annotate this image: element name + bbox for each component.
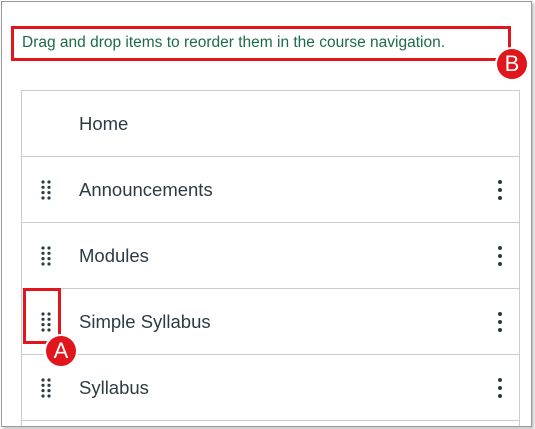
nav-item-announcements[interactable]: Announcements <box>22 157 519 223</box>
nav-item-syllabus[interactable]: Syllabus <box>22 355 519 421</box>
callout-badge-a: A <box>44 334 78 368</box>
screenshot-frame: Drag and drop items to reorder them in t… <box>1 1 532 427</box>
drag-handle-icon[interactable] <box>40 245 52 267</box>
nav-item-label: Simple Syllabus <box>79 311 211 332</box>
nav-item-label: Home <box>79 113 129 134</box>
drag-handle-icon[interactable] <box>40 179 52 201</box>
nav-item-label: Modules <box>79 245 149 266</box>
more-options-icon[interactable] <box>497 179 503 201</box>
callout-box-b <box>11 26 511 61</box>
more-options-icon[interactable] <box>497 377 503 399</box>
nav-item-label: Announcements <box>79 179 213 200</box>
nav-item-simple-syllabus[interactable]: Simple Syllabus <box>22 289 519 355</box>
more-options-icon[interactable] <box>497 245 503 267</box>
course-navigation-list: Home Announcements Modules Simple Syllab… <box>21 90 520 426</box>
nav-item-modules[interactable]: Modules <box>22 223 519 289</box>
more-options-icon[interactable] <box>497 311 503 333</box>
nav-item-home[interactable]: Home <box>22 91 519 157</box>
drag-handle-icon[interactable] <box>40 377 52 399</box>
nav-item-label: Syllabus <box>79 377 149 398</box>
callout-badge-b: B <box>495 47 529 81</box>
